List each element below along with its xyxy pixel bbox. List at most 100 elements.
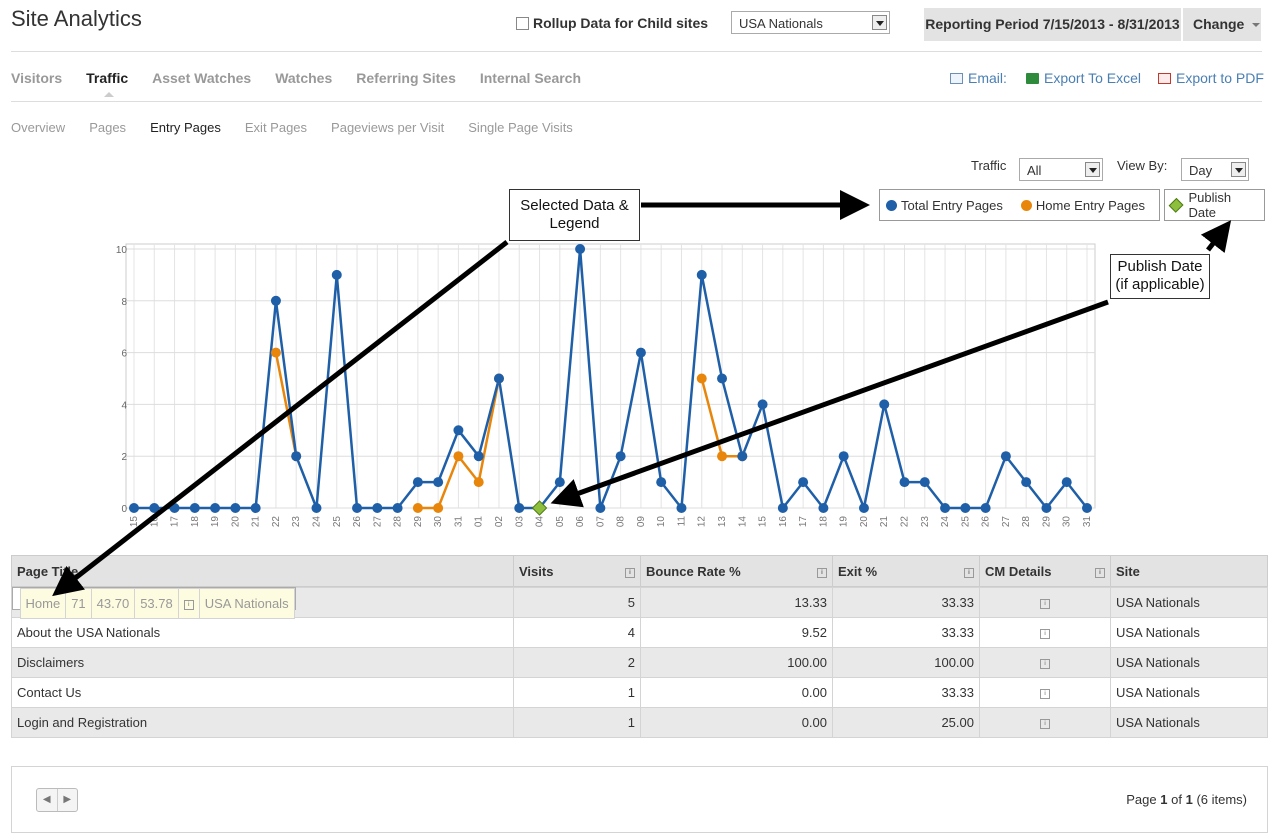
x-tick-label: 22: [271, 516, 282, 528]
y-tick-label: 0: [121, 504, 127, 515]
total-data-point: [818, 503, 829, 513]
y-tick-label: 6: [121, 349, 127, 360]
cell-bounce-rate: 43.70: [90, 588, 136, 619]
total-data-point: [980, 503, 991, 513]
cell-cm-details[interactable]: i: [979, 587, 1111, 618]
entry-pages-table: Page Title Visits i Bounce Rate % i Exit %…: [11, 555, 1268, 738]
info-icon[interactable]: i: [817, 567, 827, 578]
details-icon[interactable]: i: [1040, 718, 1050, 729]
cell-page-title[interactable]: Disclaimers: [11, 647, 514, 678]
x-tick-label: 28: [393, 516, 404, 528]
cell-exit: 33.33: [832, 587, 980, 618]
total-data-point: [210, 503, 221, 513]
cell-visits: 1: [513, 677, 641, 708]
home-data-point: [433, 503, 444, 513]
x-tick-label: 08: [616, 516, 627, 528]
cell-cm-details[interactable]: i: [979, 647, 1111, 678]
cell-cm-details[interactable]: i: [979, 707, 1111, 738]
details-icon[interactable]: i: [183, 599, 194, 610]
total-data-point: [514, 503, 525, 513]
next-page-button[interactable]: ▶: [58, 789, 78, 811]
col-page-title[interactable]: Page Title: [11, 555, 514, 587]
total-data-point: [615, 451, 626, 462]
callout-selected-data: Selected Data & Legend: [509, 189, 640, 241]
cell-cm-details[interactable]: i: [979, 617, 1111, 648]
table-row[interactable]: Contact Us 1 0.00 33.33 i USA Nationals: [11, 677, 1268, 708]
x-tick-label: 16: [149, 516, 160, 528]
table-row[interactable]: Login and Registration 1 0.00 25.00 i US…: [11, 707, 1268, 738]
x-tick-label: 21: [251, 516, 262, 528]
info-icon[interactable]: i: [625, 567, 635, 578]
home-data-point: [453, 451, 464, 462]
total-data-point: [270, 295, 281, 306]
x-tick-label: 29: [413, 516, 424, 528]
total-data-point: [1000, 451, 1011, 462]
cell-visits: 1: [513, 707, 641, 738]
callout-publish-date: Publish Date (if applicable): [1110, 254, 1210, 299]
details-icon[interactable]: i: [1040, 598, 1050, 609]
col-cm-details[interactable]: CM Details i: [979, 555, 1111, 587]
cell-cm-details[interactable]: i: [979, 677, 1111, 708]
col-bounce-rate[interactable]: Bounce Rate % i: [640, 555, 833, 587]
x-tick-label: 17: [798, 516, 809, 528]
total-data-point: [919, 477, 930, 488]
y-tick-label: 4: [121, 400, 127, 411]
home-data-point: [270, 347, 281, 358]
x-tick-label: 09: [636, 516, 647, 528]
info-icon[interactable]: i: [1095, 567, 1105, 578]
prev-page-button[interactable]: ◀: [37, 789, 58, 811]
x-tick-label: 18: [818, 516, 829, 528]
total-data-point: [169, 503, 180, 513]
total-data-point: [189, 503, 200, 513]
cell-page-title[interactable]: About the USA Nationals: [11, 617, 514, 648]
cell-page-title[interactable]: Login and Registration: [11, 707, 514, 738]
total-data-point: [554, 477, 565, 488]
x-tick-label: 23: [291, 516, 302, 528]
x-tick-label: 25: [332, 516, 343, 528]
x-tick-label: 29: [1041, 516, 1052, 528]
x-tick-label: 26: [352, 516, 363, 528]
total-data-point: [656, 477, 667, 488]
cell-visits: 71: [65, 588, 92, 619]
cell-site: USA Nationals: [1110, 587, 1268, 618]
col-visits[interactable]: Visits i: [513, 555, 641, 587]
total-data-point: [412, 477, 423, 488]
cell-visits: 4: [513, 617, 641, 648]
details-icon[interactable]: i: [1040, 628, 1050, 639]
x-tick-label: 22: [900, 516, 911, 528]
total-data-point: [473, 451, 484, 462]
x-tick-label: 18: [190, 516, 201, 528]
table-row[interactable]: Disclaimers 2 100.00 100.00 i USA Nation…: [11, 647, 1268, 678]
x-tick-label: 31: [1082, 516, 1093, 528]
x-tick-label: 19: [210, 516, 221, 528]
x-tick-label: 24: [311, 516, 322, 528]
cell-exit: 53.78: [134, 588, 179, 619]
details-icon[interactable]: i: [1040, 658, 1050, 669]
details-icon[interactable]: i: [1040, 688, 1050, 699]
total-data-point: [1061, 477, 1072, 488]
cell-page-title[interactable]: Contact Us: [11, 677, 514, 708]
x-tick-label: 05: [555, 516, 566, 528]
cell-exit: 33.33: [832, 617, 980, 648]
cell-page-title[interactable]: Home: [19, 588, 67, 619]
info-icon[interactable]: i: [964, 567, 974, 578]
x-tick-label: 14: [737, 516, 748, 528]
x-tick-label: 30: [1062, 516, 1073, 528]
total-data-point: [352, 503, 363, 513]
col-exit[interactable]: Exit % i: [832, 555, 980, 587]
x-tick-label: 27: [372, 516, 383, 528]
x-tick-label: 30: [433, 516, 444, 528]
table-row[interactable]: About the USA Nationals 4 9.52 33.33 i U…: [11, 617, 1268, 648]
col-site[interactable]: Site: [1110, 555, 1268, 587]
x-tick-label: 04: [535, 516, 546, 528]
table-row[interactable]: Home 71 43.70 53.78 i USA Nationals: [11, 587, 296, 619]
total-data-point: [149, 503, 160, 513]
cell-cm-details[interactable]: i: [177, 588, 200, 619]
home-data-point: [473, 477, 484, 488]
x-tick-label: 12: [697, 516, 708, 528]
x-tick-label: 20: [859, 516, 870, 528]
total-data-point: [960, 503, 971, 513]
total-data-point: [1041, 503, 1052, 513]
cell-visits: 2: [513, 647, 641, 678]
x-tick-label: 24: [940, 516, 951, 528]
